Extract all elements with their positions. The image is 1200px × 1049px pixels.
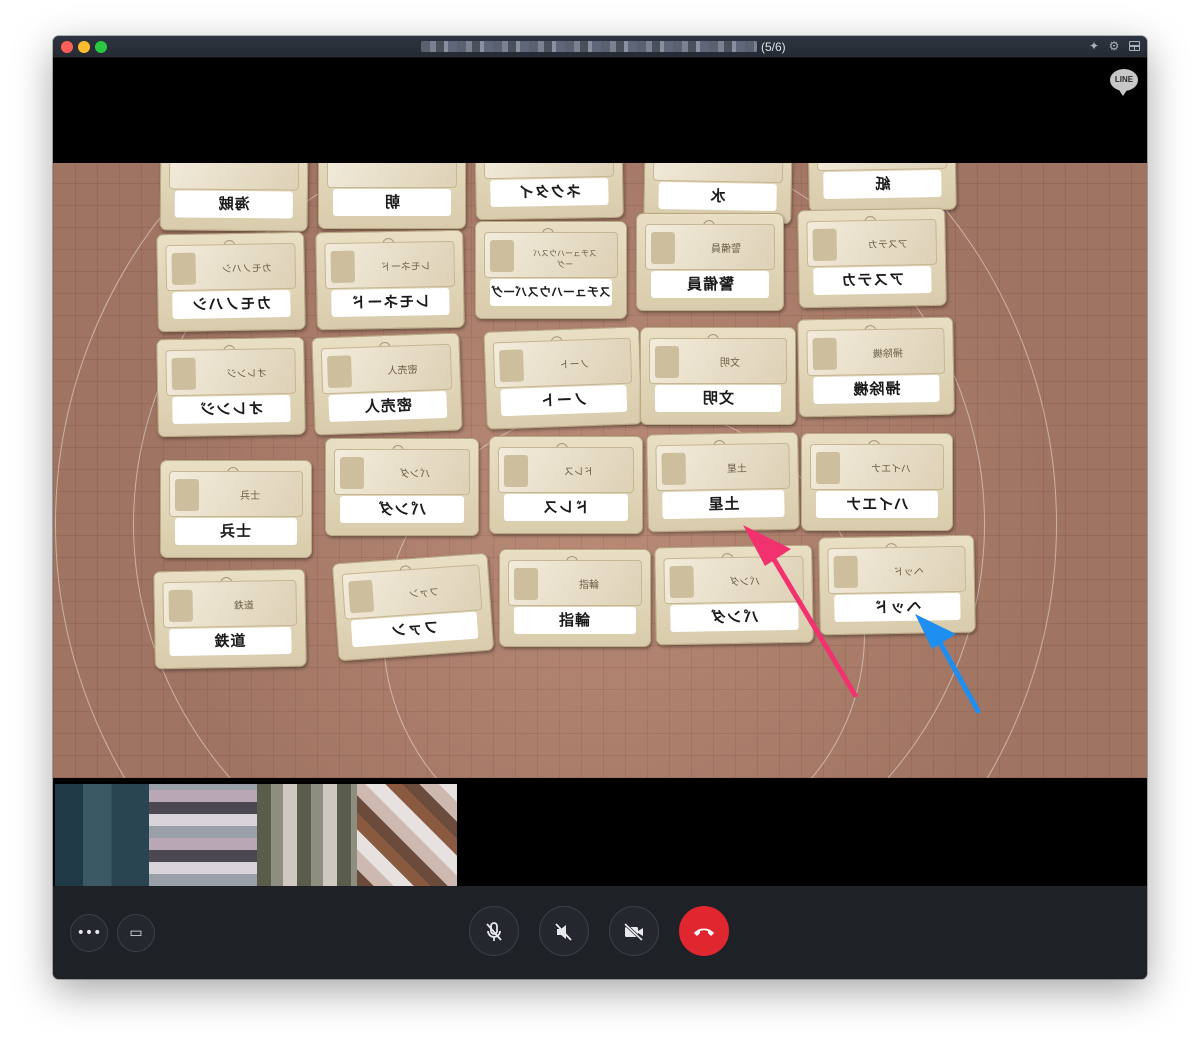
blue-arrow xyxy=(915,614,981,714)
mic-off-glyph xyxy=(486,922,502,941)
participant-thumbnail[interactable] xyxy=(257,784,357,886)
call-controls-bar: ••• ▭ xyxy=(53,886,1147,979)
window-title: (5/6) xyxy=(421,39,786,54)
line-logo-badge: LINE xyxy=(1110,69,1138,96)
mic-off-icon[interactable] xyxy=(469,906,519,956)
zoom-window-button[interactable] xyxy=(95,41,107,53)
annotation-arrows xyxy=(743,525,981,714)
close-window-button[interactable] xyxy=(61,41,73,53)
title-bar: (5/6) ✦ ⚙ xyxy=(53,36,1147,58)
participant-thumbnail[interactable] xyxy=(55,784,149,886)
pin-icon[interactable]: ✦ xyxy=(1086,38,1102,54)
end-call-icon[interactable] xyxy=(679,906,729,956)
minimize-window-button[interactable] xyxy=(78,41,90,53)
speaker-off-icon[interactable] xyxy=(539,906,589,956)
video-call-window: (5/6) ✦ ⚙ 海賊 朝 ネクタイ 水 紙 カモノハシ カモノハシ レモネード… xyxy=(53,36,1147,979)
camera-off-glyph xyxy=(623,922,644,942)
main-video-feed: 海賊 朝 ネクタイ 水 紙 カモノハシ カモノハシ レモネード レモネード スチュー… xyxy=(53,163,1147,778)
participant-thumbnail[interactable] xyxy=(357,784,457,886)
pink-arrow xyxy=(743,525,858,698)
participant-strip xyxy=(53,778,1147,886)
blurred-group-name xyxy=(421,41,757,52)
participant-count: (5/6) xyxy=(761,39,786,54)
screen-share-icon[interactable]: ▭ xyxy=(117,914,155,952)
layout-icon[interactable] xyxy=(1126,38,1142,54)
camera-off-icon[interactable] xyxy=(609,906,659,956)
more-icon[interactable]: ••• xyxy=(70,914,108,952)
speaker-off-glyph xyxy=(555,923,572,941)
participant-thumbnail[interactable] xyxy=(149,784,257,886)
end-call-glyph xyxy=(694,928,714,936)
gear-icon[interactable]: ⚙ xyxy=(1106,38,1122,54)
